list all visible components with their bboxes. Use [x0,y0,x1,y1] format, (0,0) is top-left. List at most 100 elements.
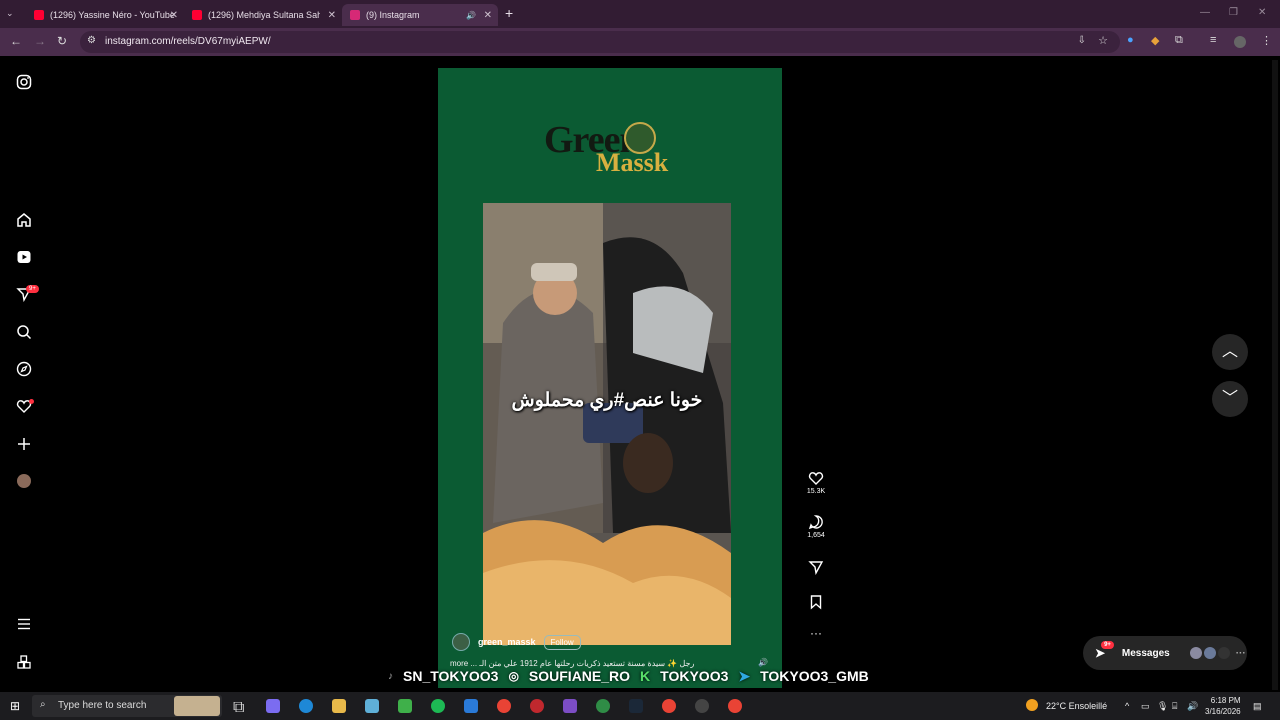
tray-chevron-icon[interactable]: ^ [1125,701,1129,711]
create-icon[interactable] [16,436,32,452]
discord-icon[interactable] [563,699,577,713]
messages-button[interactable]: ➤ 9+ Messages ··· [1083,636,1247,670]
weather-sun-icon[interactable] [1026,699,1038,711]
close-tab-icon[interactable]: ✕ [484,10,492,21]
activity-dot [29,399,34,404]
video-caption: خونا عنص#ري محملوش [511,390,703,411]
app-icon-3[interactable] [530,699,544,713]
extensions-puzzle-icon[interactable]: ⧉ [1175,34,1183,47]
green-massk-logo: Green Massk [536,118,696,178]
store-icon[interactable] [398,699,412,713]
share-action[interactable] [804,559,828,577]
steam-icon[interactable] [629,699,643,713]
app-icon-2[interactable] [464,699,478,713]
audio-icon[interactable]: 🔊 [466,11,476,20]
like-count: 15.3K [806,488,826,495]
more-dots-icon: ··· [1235,647,1246,659]
tab-title: (1296) Yassine Néro - YouTube [50,10,175,20]
comment-action[interactable]: 1,654 [804,514,828,539]
app-icon-1[interactable] [365,699,379,713]
instagram-icon[interactable] [16,74,32,90]
media-control-icon[interactable]: ≡ [1210,34,1216,46]
reload-icon[interactable]: ↻ [57,34,67,48]
watermark-tiktok-icon: ♪ [388,670,393,682]
search-highlight-image [174,696,220,716]
author-avatar[interactable] [452,633,470,651]
network-icon[interactable]: ⌸ [1172,701,1177,712]
minimize-icon[interactable]: — [1200,7,1210,18]
copilot-icon[interactable] [266,699,280,713]
browser-toolbar: ← → ↻ ⚙ instagram.com/reels/DV67myiAEPW/… [0,28,1280,56]
profile-avatar[interactable] [17,474,31,488]
close-tab-icon[interactable]: ✕ [328,10,336,21]
url-text: instagram.com/reels/DV67myiAEPW/ [105,36,271,47]
page-scrollbar[interactable] [1272,60,1278,690]
microphone-icon[interactable]: 🎙 [1157,701,1168,712]
browser-tabstrip: ⌄ (1296) Yassine Néro - YouTube ✕ (1296)… [0,0,1280,28]
profile-avatar[interactable] [1234,36,1246,48]
extension-icon-2[interactable]: ◆ [1151,34,1159,47]
chrome-icon-3[interactable] [728,699,742,713]
chrome-icon-2[interactable] [662,699,676,713]
tray-app-icon[interactable]: ▭ [1141,701,1150,712]
windows-start-icon[interactable]: ⊞ [10,699,20,713]
taskbar-clock[interactable]: 6:18 PM 3/16/2026 [1205,695,1241,717]
watermark-3: TOKYOO3 [660,668,729,684]
reel-video-frame[interactable]: Green Massk خونا عنص#ري محملوش 15.3K 1,6… [438,68,825,688]
watermark-k-icon: K [640,668,651,684]
like-action[interactable]: 15.3K [804,470,828,495]
new-tab-icon[interactable]: + [505,5,513,21]
search-icon[interactable] [16,324,32,340]
close-tab-icon[interactable]: ✕ [170,10,178,21]
save-action[interactable] [804,594,828,612]
reel-author: green_massk Follow [452,633,581,651]
home-icon[interactable] [16,212,32,228]
notifications-icon[interactable]: ▤ [1253,701,1262,712]
tab-instagram[interactable]: (9) Instagram 🔊 ✕ [342,4,498,26]
author-username[interactable]: green_massk [478,637,536,647]
explore-icon[interactable] [16,361,32,377]
site-info-icon[interactable]: ⚙ [87,35,96,46]
watermark-2: SOUFIANE_RO [528,668,631,684]
bookmark-star-icon[interactable]: ☆ [1098,34,1108,47]
back-icon[interactable]: ← [10,34,22,48]
reels-icon[interactable] [16,249,32,265]
task-view-icon[interactable]: ⧉ [233,699,247,716]
comment-icon[interactable] [808,514,824,530]
app-icon-4[interactable] [596,699,610,713]
instagram-page: 9+ Green Massk خونا عنص#ري محملوش 15.3K … [0,56,1280,692]
like-heart-icon[interactable] [808,470,824,486]
watermark-1: SN_TOKYOO3 [403,668,499,684]
tab-list-chevron-icon[interactable]: ⌄ [6,8,14,19]
video-content[interactable]: خونا عنص#ري محملوش [483,203,731,645]
bookmark-icon[interactable] [808,594,824,610]
edge-icon[interactable] [299,699,313,713]
menu-icon[interactable] [16,616,32,632]
spotify-icon[interactable] [431,699,445,713]
install-icon[interactable]: ⇩ [1078,35,1086,46]
tab-youtube-1[interactable]: (1296) Yassine Néro - YouTube ✕ [26,4,184,26]
previous-reel-button[interactable]: ︿ [1212,334,1248,370]
search-placeholder: Type here to search [58,700,147,711]
volume-icon[interactable]: 🔊 [1187,701,1198,712]
forward-icon[interactable]: → [34,34,46,48]
taskbar-search-input[interactable]: ⌕ Type here to search [32,695,222,717]
watermark-4: TOKYOO3_GMB [760,668,869,684]
share-icon[interactable] [808,559,824,576]
comment-count: 1,654 [807,532,825,539]
file-explorer-icon[interactable] [332,699,346,713]
address-bar[interactable]: ⚙ instagram.com/reels/DV67myiAEPW/ ⇩ ☆ [80,31,1120,53]
extension-icon[interactable]: ● [1127,34,1134,46]
next-reel-button[interactable]: ﹀ [1212,381,1248,417]
close-window-icon[interactable]: ✕ [1258,7,1266,18]
chrome-menu-icon[interactable]: ⋮ [1261,34,1272,47]
tab-title: (1296) Mehdiya Sultana Saha Ya [208,10,320,20]
tab-youtube-2[interactable]: (1296) Mehdiya Sultana Saha Ya ✕ [184,4,342,26]
app-icon-5[interactable] [695,699,709,713]
follow-button[interactable]: Follow [543,634,581,650]
weather-text[interactable]: 22°C Ensoleillé [1046,701,1107,711]
maximize-icon[interactable]: ❐ [1229,7,1238,18]
more-icon[interactable] [16,654,32,670]
chrome-icon[interactable] [497,699,511,713]
more-options-icon[interactable]: ··· [804,626,828,640]
